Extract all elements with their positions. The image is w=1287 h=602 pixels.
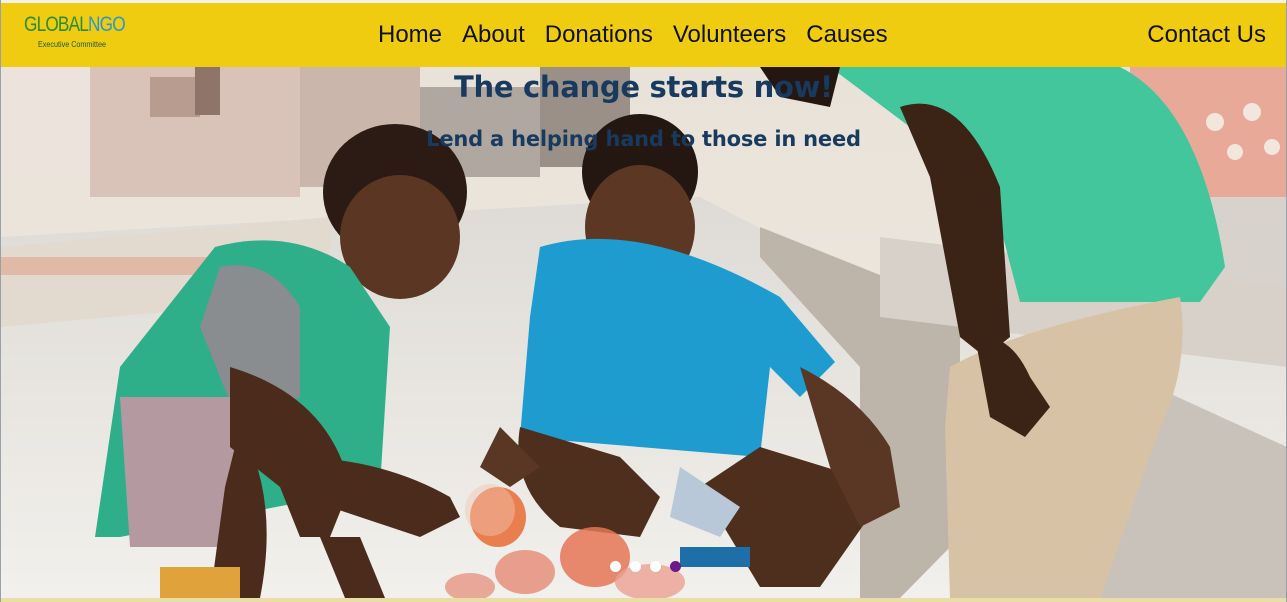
logo-wordmark-ngo: NGO bbox=[87, 13, 126, 36]
logo-tagline: Executive Committee bbox=[38, 40, 107, 49]
nav-link-causes[interactable]: Causes bbox=[796, 21, 897, 49]
main-nav: Home About Donations Volunteers Causes bbox=[368, 3, 898, 67]
carousel-dot-4-active[interactable] bbox=[670, 561, 681, 572]
hero-subtitle: Lend a helping hand to those in need bbox=[426, 127, 861, 151]
navbar: GLOBALNGO Executive Committee Home About… bbox=[0, 3, 1287, 67]
section-divider bbox=[0, 598, 1287, 602]
carousel-dot-2[interactable] bbox=[630, 561, 641, 572]
frame-border-left bbox=[0, 0, 1, 602]
nav-link-home[interactable]: Home bbox=[368, 21, 452, 49]
site-logo[interactable]: GLOBALNGO Executive Committee bbox=[24, 12, 126, 56]
carousel-indicators bbox=[610, 561, 681, 572]
nav-link-volunteers[interactable]: Volunteers bbox=[663, 21, 796, 49]
logo-wordmark-global: GLOBAL bbox=[24, 13, 89, 36]
nav-link-about[interactable]: About bbox=[452, 21, 535, 49]
carousel-dot-1[interactable] bbox=[610, 561, 621, 572]
hero-title: The change starts now! bbox=[454, 70, 833, 104]
logo-wordmark: GLOBALNGO bbox=[24, 12, 126, 38]
nav-link-contact-us[interactable]: Contact Us bbox=[1147, 3, 1266, 67]
hero-carousel: The change starts now! Lend a helping ha… bbox=[0, 67, 1287, 598]
nav-link-donations[interactable]: Donations bbox=[535, 21, 663, 49]
carousel-dot-3[interactable] bbox=[650, 561, 661, 572]
page: GLOBALNGO Executive Committee Home About… bbox=[0, 0, 1287, 602]
